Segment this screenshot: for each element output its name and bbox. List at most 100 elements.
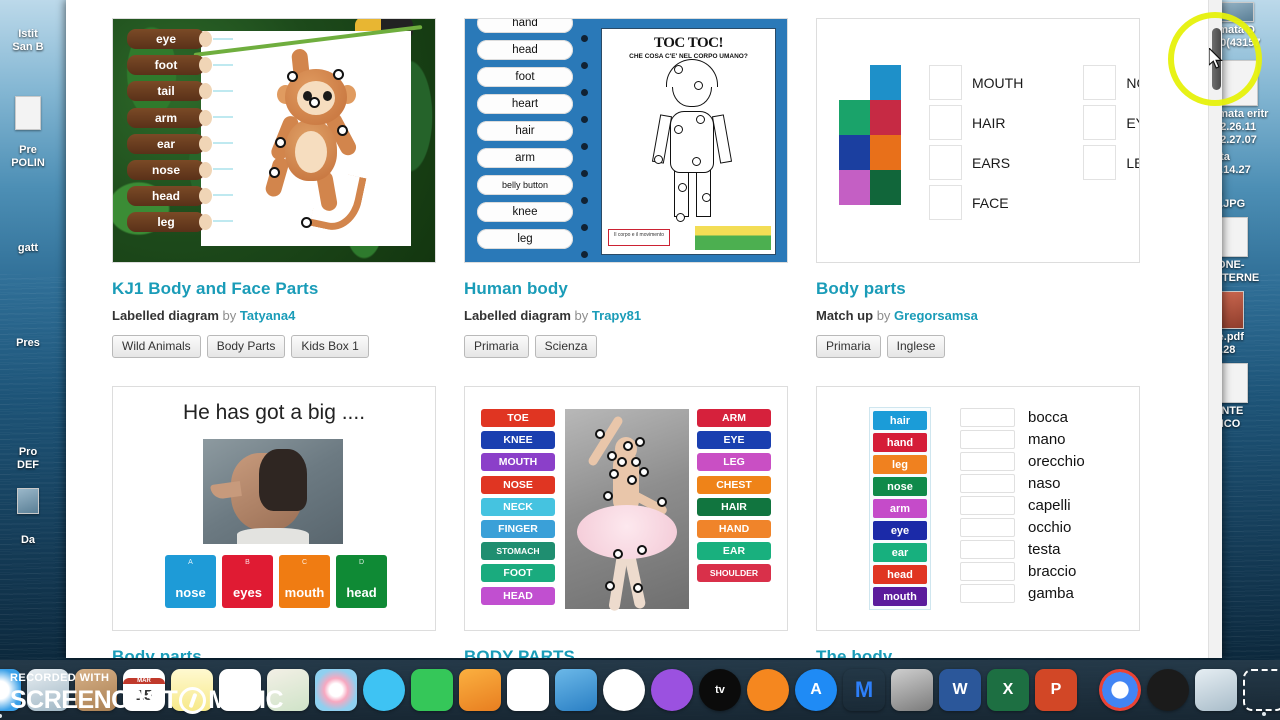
photos-icon[interactable] <box>315 669 357 711</box>
tag-chip[interactable]: Wild Animals <box>112 335 201 358</box>
label-chip[interactable]: FINGER <box>481 519 555 538</box>
word-chip[interactable]: arm <box>873 499 927 518</box>
desktop-icon[interactable]: A 0.JPG <box>1214 185 1280 211</box>
drop-box[interactable] <box>929 145 962 180</box>
label-chip[interactable]: head <box>127 186 212 207</box>
hotspot-marker[interactable] <box>635 437 645 447</box>
card-title-link[interactable]: The body <box>816 647 1140 658</box>
label-chip[interactable]: leg <box>127 212 212 233</box>
pages-icon[interactable] <box>459 669 501 711</box>
drop-box[interactable] <box>1083 105 1117 140</box>
hotspot-marker[interactable] <box>702 193 711 202</box>
tag-chip[interactable]: Kids Box 1 <box>291 335 369 358</box>
label-chip[interactable]: hand <box>477 19 573 33</box>
hotspot-marker[interactable] <box>654 155 663 164</box>
word-chip[interactable]: nose <box>873 477 927 496</box>
label-chip[interactable]: CHEST <box>697 475 771 494</box>
label-chip[interactable]: HAND <box>697 519 771 538</box>
word-chip[interactable]: ear <box>873 543 927 562</box>
tag-chip[interactable]: Primaria <box>816 335 881 358</box>
photo-tile[interactable] <box>839 100 870 135</box>
drop-box[interactable] <box>960 430 1015 449</box>
quicktime-icon[interactable] <box>1147 669 1189 711</box>
hotspot-marker[interactable] <box>275 137 286 148</box>
label-chip[interactable]: KNEE <box>481 431 555 450</box>
photo-tile[interactable] <box>870 100 901 135</box>
author-link[interactable]: Gregorsamsa <box>894 308 978 323</box>
mail-icon[interactable]: M <box>843 669 885 711</box>
label-chip[interactable]: ear <box>127 133 212 154</box>
label-chip[interactable]: foot <box>127 55 212 76</box>
desktop-icon[interactable]: gatt <box>0 242 60 255</box>
card-title-link[interactable]: Body parts <box>816 279 1140 299</box>
image-capture-icon[interactable] <box>1195 669 1237 711</box>
hotspot-marker[interactable] <box>694 81 703 90</box>
label-chip[interactable]: hair <box>477 121 573 141</box>
drop-box[interactable] <box>960 496 1015 515</box>
drop-box[interactable] <box>960 584 1015 603</box>
hotspot-marker[interactable] <box>309 97 320 108</box>
label-chip[interactable]: NOSE <box>481 475 555 494</box>
desktop-icon[interactable]: Pro DEF <box>0 446 60 472</box>
drop-box[interactable] <box>960 562 1015 581</box>
hotspot-marker[interactable] <box>595 429 605 439</box>
label-chip[interactable]: belly button <box>477 175 573 195</box>
label-chip[interactable]: foot <box>477 67 573 87</box>
label-chip[interactable]: EYE <box>697 431 771 450</box>
quiz-option[interactable]: B eyes <box>222 555 273 608</box>
drop-box[interactable] <box>960 408 1015 427</box>
drop-box[interactable] <box>960 452 1015 471</box>
hotspot-marker[interactable] <box>287 71 298 82</box>
word-chip[interactable]: hair <box>873 411 927 430</box>
hotspot-marker[interactable] <box>603 491 613 501</box>
numbers-icon[interactable] <box>507 669 549 711</box>
hotspot-marker[interactable] <box>605 581 615 591</box>
podcasts-icon[interactable] <box>651 669 693 711</box>
desktop-icon[interactable]: Pre POLIN <box>0 144 60 170</box>
excel-icon[interactable]: X <box>987 669 1029 711</box>
drop-box[interactable] <box>929 65 962 100</box>
result-card[interactable]: TOE KNEE MOUTH NOSE NECK FINGER STOMACH … <box>464 386 788 658</box>
hotspot-marker[interactable] <box>696 115 705 124</box>
word-chip[interactable]: hand <box>873 433 927 452</box>
word-chip[interactable]: mouth <box>873 587 927 606</box>
result-card[interactable]: hair hand leg nose arm eye ear head mout… <box>816 386 1140 658</box>
activity-thumbnail[interactable]: eye foot tail arm ear nose head leg <box>112 18 436 263</box>
desktop-icon[interactable]: Pres <box>0 337 60 350</box>
hotspot-marker[interactable] <box>631 457 641 467</box>
tag-chip[interactable]: Primaria <box>464 335 529 358</box>
author-link[interactable]: Trapy81 <box>592 308 641 323</box>
hotspot-marker[interactable] <box>633 583 643 593</box>
photo-tile[interactable] <box>839 65 870 100</box>
label-chip[interactable]: head <box>477 40 573 60</box>
desktop-icon[interactable] <box>0 96 60 130</box>
label-chip[interactable]: arm <box>127 107 212 128</box>
drop-box[interactable] <box>960 540 1015 559</box>
itunes-icon[interactable] <box>603 669 645 711</box>
activity-thumbnail[interactable]: MOUTH HAIR EARS FACE N E L <box>816 18 1140 263</box>
photo-tile[interactable] <box>839 135 870 170</box>
result-card[interactable]: MOUTH HAIR EARS FACE N E L Body parts Ma… <box>816 18 1140 358</box>
activity-thumbnail[interactable]: He has got a big .... A nose B eyes C mo… <box>112 386 436 631</box>
desktop-icon[interactable]: IONE- NTERNE <box>1214 217 1280 285</box>
drop-box[interactable] <box>929 105 962 140</box>
books-icon[interactable] <box>747 669 789 711</box>
label-chip[interactable]: ARM <box>697 409 771 427</box>
hotspot-marker[interactable] <box>639 467 649 477</box>
keynote-icon[interactable] <box>555 669 597 711</box>
hotspot-marker[interactable] <box>333 69 344 80</box>
desktop-icon[interactable]: Istit San B <box>0 28 60 54</box>
desktop-icon[interactable] <box>0 488 60 514</box>
drop-box[interactable] <box>960 474 1015 493</box>
hotspot-marker[interactable] <box>613 549 623 559</box>
desktop-icon[interactable]: ENTE TICO <box>1214 363 1280 431</box>
facetime-icon[interactable] <box>411 669 453 711</box>
hotspot-marker[interactable] <box>692 157 701 166</box>
label-chip[interactable]: TOE <box>481 409 555 427</box>
word-chip[interactable]: head <box>873 565 927 584</box>
hotspot-marker[interactable] <box>301 217 312 228</box>
hotspot-marker[interactable] <box>269 167 280 178</box>
hotspot-marker[interactable] <box>674 125 683 134</box>
hotspot-marker[interactable] <box>609 469 619 479</box>
hotspot-marker[interactable] <box>637 545 647 555</box>
